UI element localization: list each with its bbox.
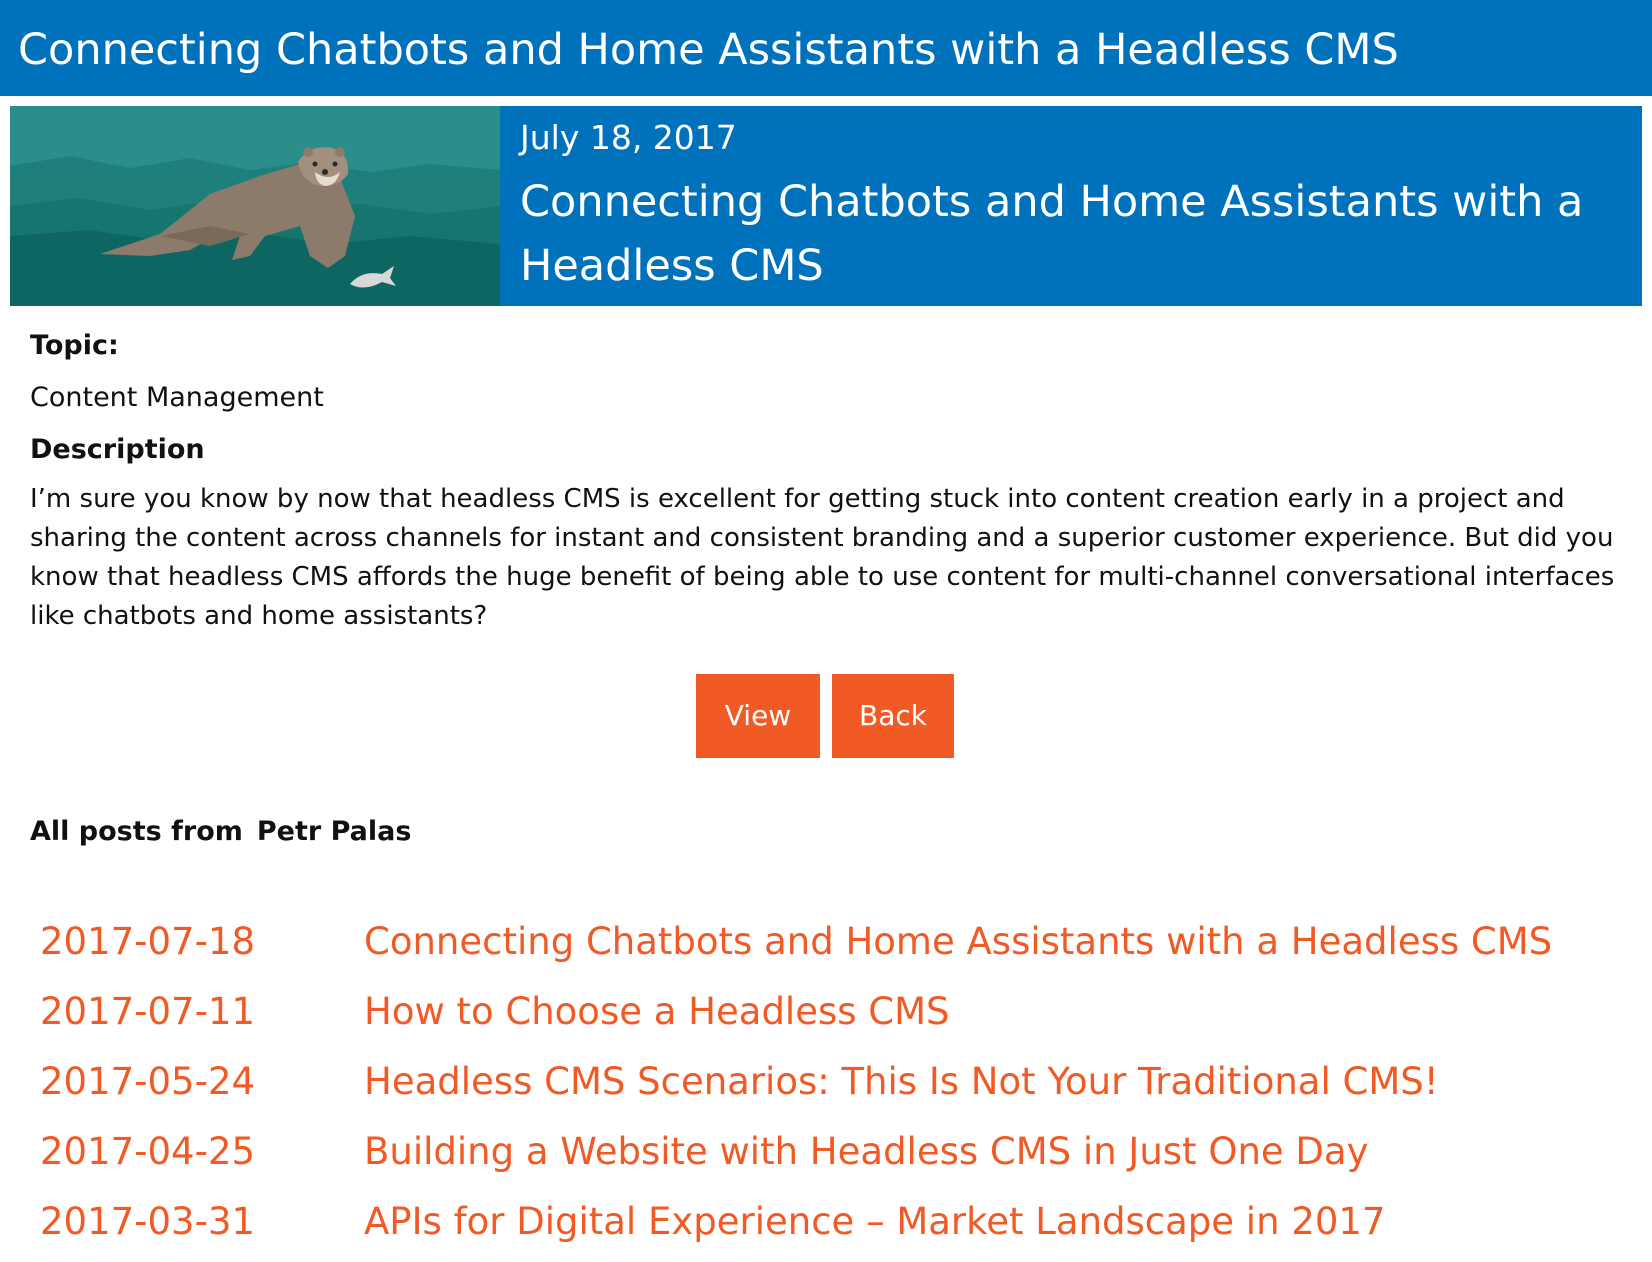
- list-item[interactable]: 2017-05-24 Headless CMS Scenarios: This …: [40, 1052, 1620, 1122]
- list-item[interactable]: 2017-03-31 APIs for Digital Experience –…: [40, 1192, 1620, 1262]
- post-item-title: APIs for Digital Experience – Market Lan…: [364, 1200, 1386, 1243]
- author-name: Petr Palas: [256, 816, 412, 847]
- posts-list: 2017-07-18 Connecting Chatbots and Home …: [40, 912, 1620, 1262]
- post-item-title: Connecting Chatbots and Home Assistants …: [364, 920, 1553, 963]
- description-label: Description: [30, 434, 205, 465]
- post-item-title: Building a Website with Headless CMS in …: [364, 1130, 1369, 1173]
- topic-value: Content Management: [30, 382, 324, 413]
- description-text: I’m sure you know by now that headless C…: [30, 484, 1615, 631]
- post-item-date: 2017-07-11: [40, 990, 256, 1033]
- otter-illustration: [10, 106, 500, 306]
- author-posts-heading: All posts from Petr Palas: [30, 810, 411, 854]
- topic-label: Topic:: [30, 330, 119, 361]
- post-item-title: How to Choose a Headless CMS: [364, 990, 950, 1033]
- hero-text: July 18, 2017 Connecting Chatbots and Ho…: [520, 106, 1630, 298]
- app-title-bar: Connecting Chatbots and Home Assistants …: [0, 0, 1652, 96]
- list-item[interactable]: 2017-07-11 How to Choose a Headless CMS: [40, 982, 1620, 1052]
- post-item-date: 2017-04-25: [40, 1130, 256, 1173]
- post-title: Connecting Chatbots and Home Assistants …: [520, 177, 1584, 291]
- app-title: Connecting Chatbots and Home Assistants …: [18, 25, 1399, 75]
- back-button[interactable]: Back: [832, 674, 954, 758]
- post-item-title: Headless CMS Scenarios: This Is Not Your…: [364, 1060, 1439, 1103]
- otter-image-icon: [10, 106, 500, 306]
- post-date: July 18, 2017: [520, 118, 737, 157]
- post-item-date: 2017-07-18: [40, 920, 256, 963]
- action-buttons: View Back: [696, 674, 954, 758]
- list-item[interactable]: 2017-07-18 Connecting Chatbots and Home …: [40, 912, 1620, 982]
- post-details: Topic: Content Management Description I’…: [30, 324, 1620, 636]
- post-item-date: 2017-05-24: [40, 1060, 256, 1103]
- post-item-date: 2017-03-31: [40, 1200, 256, 1243]
- view-button[interactable]: View: [696, 674, 820, 758]
- author-prefix: All posts from: [30, 816, 243, 847]
- post-hero: July 18, 2017 Connecting Chatbots and Ho…: [10, 106, 1642, 306]
- list-item[interactable]: 2017-04-25 Building a Website with Headl…: [40, 1122, 1620, 1192]
